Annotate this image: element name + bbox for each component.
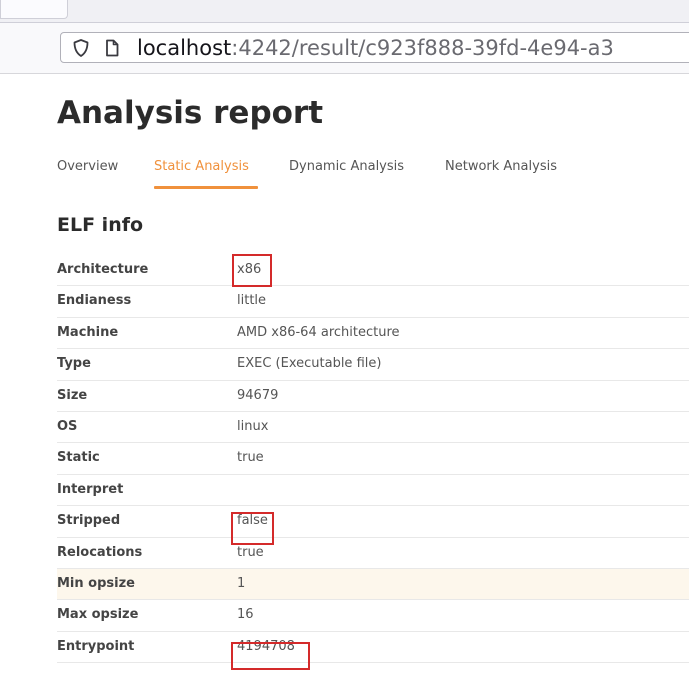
row-key: Entrypoint bbox=[57, 638, 135, 654]
row-key: Relocations bbox=[57, 544, 143, 560]
row-key: Size bbox=[57, 387, 88, 403]
active-tab-indicator bbox=[154, 186, 258, 189]
elf-info-table: Architecture x86 Endianess little Machin… bbox=[57, 255, 689, 664]
row-value: 16 bbox=[237, 607, 254, 623]
table-row: Max opsize 16 bbox=[57, 600, 689, 632]
browser-toolbar: localhost:4242/result/c923f888-39fd-4e94… bbox=[0, 23, 689, 74]
table-row: Endianess little bbox=[57, 286, 689, 318]
page-title: Analysis report bbox=[57, 95, 324, 131]
table-row: Entrypoint 4194708 bbox=[57, 632, 689, 664]
row-value: AMD x86-64 architecture bbox=[237, 324, 400, 340]
row-value: EXEC (Executable file) bbox=[237, 356, 382, 372]
browser-tab[interactable] bbox=[0, 0, 68, 19]
table-row: OS linux bbox=[57, 412, 689, 444]
table-row: Type EXEC (Executable file) bbox=[57, 349, 689, 381]
table-row-highlighted: Min opsize 1 bbox=[57, 568, 689, 601]
browser-tab-strip bbox=[0, 0, 689, 23]
tab-network-analysis[interactable]: Network Analysis bbox=[445, 158, 557, 176]
table-row: Machine AMD x86-64 architecture bbox=[57, 318, 689, 350]
tab-static-analysis[interactable]: Static Analysis bbox=[154, 158, 249, 176]
row-value: true bbox=[237, 544, 264, 560]
row-value: 94679 bbox=[237, 387, 279, 403]
shield-icon[interactable] bbox=[71, 38, 91, 58]
url-path: :4242/result/c923f888-39fd-4e94-a3 bbox=[231, 36, 614, 60]
tab-overview[interactable]: Overview bbox=[57, 158, 118, 176]
page-icon[interactable] bbox=[102, 38, 122, 58]
row-key: Stripped bbox=[57, 513, 121, 529]
row-value: true bbox=[237, 450, 264, 466]
url-bar[interactable]: localhost:4242/result/c923f888-39fd-4e94… bbox=[60, 32, 689, 63]
section-title: ELF info bbox=[57, 214, 144, 236]
row-value: little bbox=[237, 293, 267, 309]
table-row: Static true bbox=[57, 443, 689, 475]
table-row: Size 94679 bbox=[57, 381, 689, 412]
row-value: 4194708 bbox=[237, 638, 295, 654]
tab-dynamic-analysis[interactable]: Dynamic Analysis bbox=[289, 158, 404, 176]
row-key: Max opsize bbox=[57, 607, 139, 623]
url-text[interactable]: localhost:4242/result/c923f888-39fd-4e94… bbox=[137, 35, 614, 61]
table-row: Interpret bbox=[57, 475, 689, 507]
url-host: localhost bbox=[137, 36, 232, 60]
row-key: Interpret bbox=[57, 481, 124, 497]
row-key: Type bbox=[57, 356, 91, 372]
table-row: Relocations true bbox=[57, 538, 689, 569]
row-key: Endianess bbox=[57, 293, 132, 309]
row-value: linux bbox=[237, 418, 269, 434]
row-value: 1 bbox=[237, 575, 246, 591]
row-key: OS bbox=[57, 418, 78, 434]
row-key: Architecture bbox=[57, 262, 149, 277]
row-key: Static bbox=[57, 450, 100, 466]
row-key: Min opsize bbox=[57, 575, 135, 591]
table-row: Architecture x86 bbox=[57, 255, 689, 287]
table-row: Stripped false bbox=[57, 506, 689, 538]
row-value: false bbox=[237, 513, 268, 529]
row-value: x86 bbox=[237, 262, 262, 277]
row-key: Machine bbox=[57, 324, 119, 340]
